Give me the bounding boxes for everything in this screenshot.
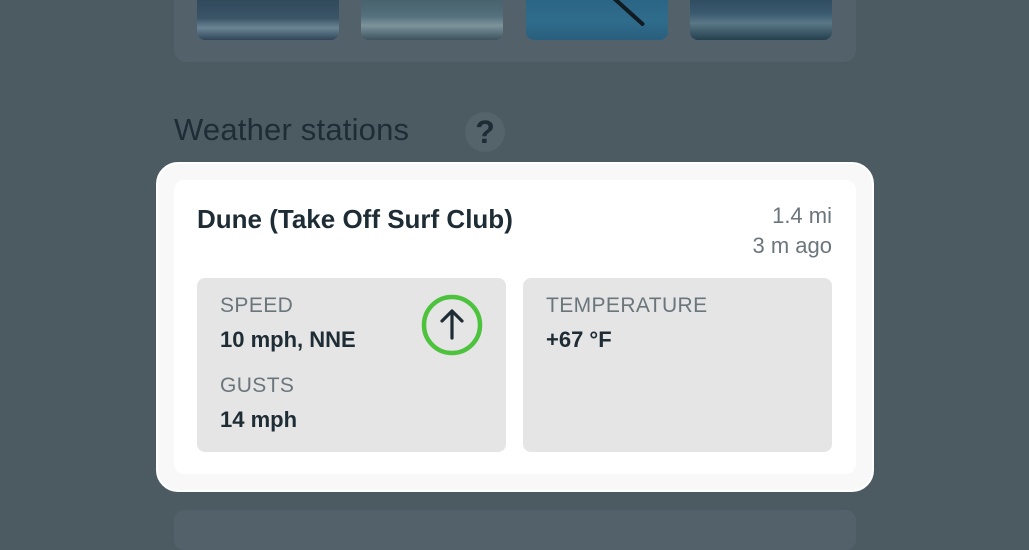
speed-label: SPEED [220, 294, 294, 317]
weather-stations-title: Weather stations [174, 112, 410, 147]
spot-photo-2[interactable] [361, 0, 503, 40]
speed-value: 10 mph, NNE [220, 327, 356, 352]
gusts-label: GUSTS [220, 374, 295, 397]
temperature-label: TEMPERATURE [546, 294, 708, 317]
station-name: Dune (Take Off Surf Club) [197, 204, 513, 234]
spot-photo-1[interactable] [197, 0, 339, 40]
station-meta: 1.4 mi 3 m ago [753, 201, 833, 261]
station-distance: 1.4 mi [772, 203, 832, 228]
help-icon[interactable]: ? [465, 112, 505, 152]
spot-photo-4[interactable] [690, 0, 832, 40]
gusts-value: 14 mph [220, 407, 298, 432]
spot-photo-3[interactable] [526, 0, 668, 40]
station-updated: 3 m ago [752, 233, 833, 258]
next-card [174, 510, 856, 550]
temperature-value: +67 °F [546, 327, 612, 352]
arrow-up-icon [421, 294, 483, 356]
